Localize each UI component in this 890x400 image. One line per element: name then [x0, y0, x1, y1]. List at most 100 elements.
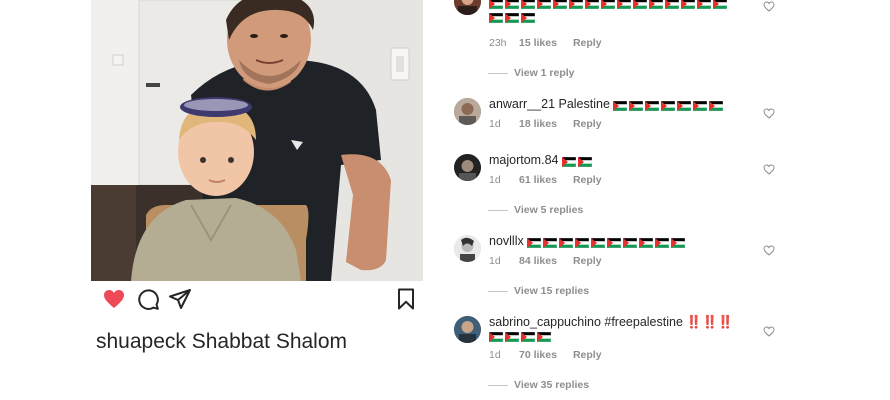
thread-line — [488, 384, 508, 386]
palestine-flag-icon — [561, 156, 576, 167]
palestine-flag-icon — [671, 237, 686, 248]
avatar[interactable] — [454, 0, 481, 15]
palestine-flag-icon — [527, 237, 542, 248]
caption-username[interactable]: shuapeck — [96, 330, 186, 353]
comment-username[interactable]: sabrino_cappuchino — [489, 315, 601, 329]
palestine-flag-icon — [697, 0, 711, 9]
palestine-flag-icon — [489, 0, 503, 9]
palestine-flag-icon — [537, 331, 551, 342]
reply-button[interactable]: Reply — [573, 255, 602, 267]
heart-outline-icon[interactable] — [763, 245, 775, 256]
palestine-flag-icon — [645, 100, 660, 111]
palestine-flag-icon — [639, 237, 654, 248]
comment-text: majortom.84 — [489, 154, 751, 168]
flag-group — [613, 99, 725, 112]
palestine-flag-icon — [505, 0, 519, 9]
comment-username[interactable]: anwarr__21 — [489, 97, 555, 111]
palestine-flag-icon — [661, 100, 676, 111]
palestine-flag-icon — [709, 100, 724, 111]
palestine-flag-icon — [623, 237, 638, 248]
comments-panel: 23h 15 likes Reply View 1 reply anwarr__21… — [430, 0, 790, 400]
comment-likes[interactable]: 84 likes — [519, 255, 557, 267]
post-caption: shuapeck Shabbat Shalom — [96, 329, 416, 355]
view-replies-label: View 15 replies — [514, 285, 590, 297]
view-replies-button[interactable]: View 1 reply — [488, 67, 575, 79]
reply-button[interactable]: Reply — [573, 37, 602, 49]
comment-text: sabrino_cappuchino #freepalestine ‼️‼️‼️ — [489, 316, 751, 343]
post-photo[interactable] — [91, 0, 423, 281]
palestine-flag-icon — [665, 0, 679, 9]
flag-group — [489, 0, 729, 10]
palestine-flag-icon — [693, 100, 708, 111]
palestine-flag-icon — [655, 237, 670, 248]
heart-outline-icon[interactable] — [763, 326, 775, 337]
post-action-bar — [102, 287, 414, 311]
avatar[interactable] — [454, 235, 481, 262]
comment-body: Palestine — [555, 97, 614, 111]
comment-time: 1d — [489, 174, 501, 186]
palestine-flag-icon — [577, 156, 592, 167]
palestine-flag-icon — [489, 331, 503, 342]
comment-likes[interactable]: 18 likes — [519, 118, 557, 130]
comment-meta: 1d 70 likes Reply — [489, 349, 602, 361]
palestine-flag-icon — [521, 331, 535, 342]
palestine-flag-icon — [505, 331, 519, 342]
thread-line — [488, 290, 508, 292]
palestine-flag-icon — [681, 0, 695, 9]
view-replies-button[interactable]: View 5 replies — [488, 204, 583, 216]
avatar[interactable] — [454, 316, 481, 343]
bookmark-icon[interactable] — [394, 287, 418, 311]
palestine-flag-icon — [489, 12, 503, 23]
avatar[interactable] — [454, 154, 481, 181]
heart-outline-icon[interactable] — [763, 164, 775, 175]
palestine-flag-icon — [585, 0, 599, 9]
comment-text: novlllx — [489, 235, 751, 249]
palestine-flag-icon — [569, 0, 583, 9]
palestine-flag-icon — [521, 0, 535, 9]
heart-outline-icon[interactable] — [763, 1, 775, 12]
palestine-flag-icon — [591, 237, 606, 248]
flag-group — [561, 155, 594, 168]
avatar[interactable] — [454, 98, 481, 125]
comment-meta: 1d 61 likes Reply — [489, 174, 602, 186]
flag-group — [489, 11, 537, 24]
comment-meta: 23h 15 likes Reply — [489, 37, 602, 49]
view-replies-button[interactable]: View 15 replies — [488, 285, 589, 297]
reply-button[interactable]: Reply — [573, 349, 602, 361]
comment-meta: 1d 84 likes Reply — [489, 255, 602, 267]
palestine-flag-icon — [521, 12, 535, 23]
heart-outline-icon[interactable] — [763, 108, 775, 119]
paper-plane-icon[interactable] — [168, 287, 192, 311]
palestine-flag-icon — [677, 100, 692, 111]
comment-likes[interactable]: 70 likes — [519, 349, 557, 361]
view-replies-button[interactable]: View 35 replies — [488, 379, 589, 391]
reply-button[interactable]: Reply — [573, 118, 602, 130]
palestine-flag-icon — [601, 0, 615, 9]
view-replies-label: View 35 replies — [514, 379, 590, 391]
palestine-flag-icon — [575, 237, 590, 248]
exclamation-emoji: ‼️‼️‼️ — [686, 315, 734, 329]
comment-time: 23h — [489, 37, 507, 49]
comment-likes[interactable]: 61 likes — [519, 174, 557, 186]
comment-time: 1d — [489, 255, 501, 267]
view-replies-label: View 1 reply — [514, 67, 575, 79]
post-photo-image — [91, 0, 423, 281]
comment-time: 1d — [489, 349, 501, 361]
palestine-flag-icon — [713, 0, 727, 9]
palestine-flag-icon — [537, 0, 551, 9]
palestine-flag-icon — [505, 12, 519, 23]
reply-button[interactable]: Reply — [573, 174, 602, 186]
comment-time: 1d — [489, 118, 501, 130]
palestine-flag-icon — [559, 237, 574, 248]
comment-bubble-icon[interactable] — [136, 287, 160, 311]
comment-meta: 1d 18 likes Reply — [489, 118, 602, 130]
palestine-flag-icon — [543, 237, 558, 248]
caption-text: Shabbat Shalom — [185, 330, 348, 353]
heart-filled-icon[interactable] — [102, 287, 126, 311]
palestine-flag-icon — [629, 100, 644, 111]
comment-username[interactable]: majortom.84 — [489, 153, 558, 167]
comment-likes[interactable]: 15 likes — [519, 37, 557, 49]
comment-text: anwarr__21 Palestine — [489, 98, 751, 112]
hashtag-link[interactable]: #freepalestine — [604, 315, 683, 329]
comment-username[interactable]: novlllx — [489, 234, 524, 248]
